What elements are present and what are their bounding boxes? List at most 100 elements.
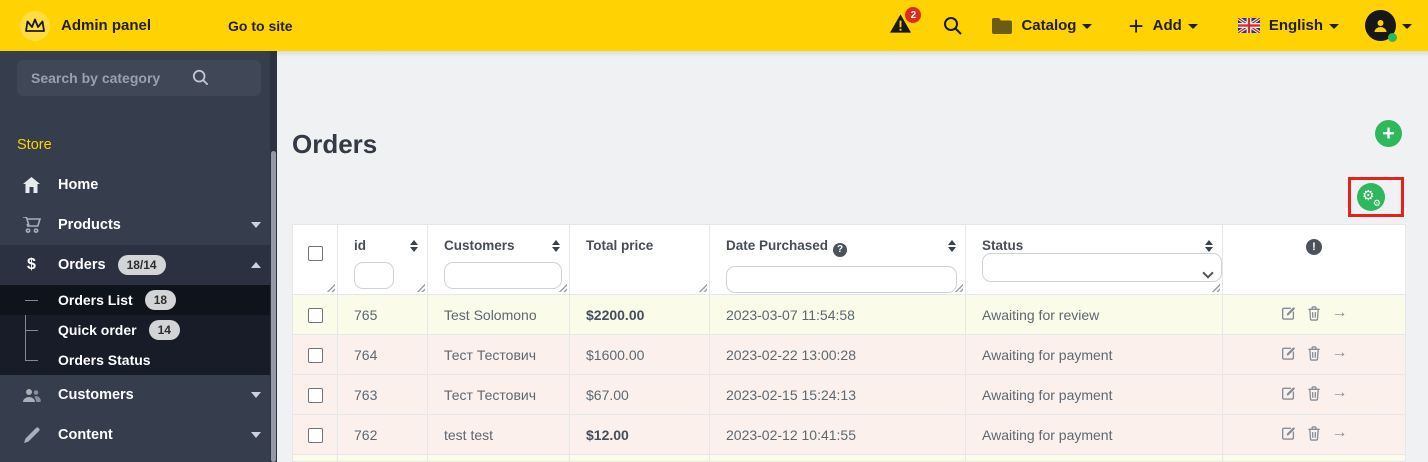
sidebar-item-products[interactable]: Products	[0, 205, 277, 245]
help-icon[interactable]: ?	[833, 242, 848, 257]
sidebar-item-customers[interactable]: Customers	[0, 375, 277, 415]
column-label: Customers	[444, 238, 515, 253]
cell-date: 2023-02-15 15:24:13	[709, 374, 966, 415]
delete-order-icon[interactable]	[1307, 426, 1321, 441]
cell-id: 764	[337, 334, 428, 375]
caret-down-icon	[1082, 24, 1093, 29]
row-checkbox[interactable]	[307, 307, 323, 323]
chevron-down-icon	[251, 432, 261, 438]
table-header-row: id Customers Total price Date Purchased …	[292, 224, 1406, 295]
date-filter-input[interactable]	[726, 265, 957, 293]
edit-order-icon[interactable]	[1281, 386, 1296, 401]
cell-id: 762	[337, 414, 428, 455]
sidebar-item-label: Orders List	[58, 292, 133, 308]
column-resize-handle[interactable]	[1210, 282, 1220, 292]
sidebar: Store Home Products $ Or	[0, 51, 288, 462]
open-order-icon[interactable]: →	[1332, 385, 1348, 401]
cell-id: 765	[337, 294, 428, 335]
cell-date: 2023-02-22 13:00:28	[709, 334, 966, 375]
column-resize-handle[interactable]	[415, 282, 425, 292]
language-menu[interactable]: English	[1237, 17, 1339, 34]
open-order-icon[interactable]: →	[1332, 345, 1348, 361]
table-settings-button[interactable]: ⚙ ⚙	[1357, 183, 1385, 211]
tree-line	[25, 330, 38, 331]
select-all-checkbox[interactable]	[307, 245, 323, 261]
sort-icon[interactable]	[948, 240, 956, 252]
sidebar-item-orders[interactable]: $ Orders 18/14	[0, 245, 277, 285]
top-bar: Admin panel Go to site 2 Catalog + Add E…	[0, 0, 1428, 51]
cell-date: 2023-03-07 11:54:58	[709, 294, 966, 335]
person-icon	[1374, 20, 1387, 32]
caret-down-icon	[1187, 24, 1198, 29]
page-title: Orders	[292, 129, 378, 159]
users-icon	[21, 388, 42, 403]
column-label: Date Purchased	[726, 238, 829, 253]
caret-down-icon	[1402, 24, 1412, 29]
header-status: Status	[965, 224, 1223, 295]
quick-order-count-badge: 14	[148, 320, 180, 340]
category-search-input[interactable]	[17, 60, 261, 96]
info-icon[interactable]: !	[1306, 239, 1322, 255]
sidebar-scrollbar-thumb[interactable]	[271, 151, 276, 462]
cell-total: $1600.00	[569, 334, 710, 375]
sidebar-item-orders-status[interactable]: Orders Status	[0, 345, 277, 375]
crown-logo-icon[interactable]	[20, 10, 50, 41]
header-id: id	[337, 224, 428, 295]
edit-order-icon[interactable]	[1281, 426, 1296, 441]
catalog-menu[interactable]: Catalog	[992, 17, 1093, 34]
sidebar-item-label: Content	[58, 427, 113, 443]
user-menu[interactable]	[1365, 10, 1412, 42]
avatar	[1365, 10, 1397, 42]
cell-customer: test test	[427, 414, 570, 455]
edit-order-icon[interactable]	[1281, 306, 1296, 321]
cell-status: Awaiting for payment	[965, 374, 1223, 415]
sidebar-scrollbar	[270, 51, 277, 462]
row-checkbox[interactable]	[307, 427, 323, 443]
column-label: id	[354, 238, 366, 253]
sidebar-nav: Home Products $ Orders 18/14 Orders List…	[0, 165, 277, 455]
table-row: 764 Тест Тестович $1600.00 2023-02-22 13…	[292, 334, 1406, 375]
go-to-site-link[interactable]: Go to site	[228, 18, 293, 34]
id-filter-input[interactable]	[354, 262, 394, 289]
orders-submenu: Orders List 18 Quick order 14 Orders Sta…	[0, 285, 277, 375]
alerts-button[interactable]: 2	[890, 7, 922, 37]
header-date-purchased: Date Purchased?	[709, 224, 966, 295]
cell-status: Awaiting for payment	[965, 334, 1223, 375]
admin-panel-page: Admin panel Go to site 2 Catalog + Add E…	[0, 0, 1428, 462]
delete-order-icon[interactable]	[1307, 306, 1321, 321]
delete-order-icon[interactable]	[1307, 346, 1321, 361]
edit-order-icon[interactable]	[1281, 346, 1296, 361]
open-order-icon[interactable]: →	[1332, 305, 1348, 321]
header-total-price: Total price	[569, 224, 710, 295]
customers-filter-input[interactable]	[444, 262, 562, 289]
add-order-button[interactable]: +	[1375, 120, 1402, 147]
open-order-icon[interactable]: →	[1332, 425, 1348, 441]
sidebar-item-quick-order[interactable]: Quick order 14	[0, 315, 277, 345]
row-checkbox[interactable]	[307, 387, 323, 403]
sidebar-item-label: Quick order	[58, 322, 137, 338]
column-resize-handle[interactable]	[697, 282, 707, 292]
sort-icon[interactable]	[1205, 240, 1213, 252]
dollar-icon: $	[27, 256, 36, 273]
cell-customer: Test Solomono	[427, 294, 570, 335]
sidebar-item-label: Products	[58, 217, 121, 233]
row-checkbox[interactable]	[307, 347, 323, 363]
delete-order-icon[interactable]	[1307, 386, 1321, 401]
brand-title[interactable]: Admin panel	[61, 17, 151, 34]
cell-total: $12.00	[569, 414, 710, 455]
uk-flag-icon	[1237, 18, 1260, 33]
table-row: 765 Test Solomono $2200.00 2023-03-07 11…	[292, 294, 1406, 335]
cell-customer: Тест Тестович	[427, 334, 570, 375]
alerts-count-badge: 2	[905, 7, 922, 23]
sort-icon[interactable]	[552, 240, 560, 252]
add-menu[interactable]: + Add	[1128, 13, 1198, 39]
sidebar-item-home[interactable]: Home	[0, 165, 277, 205]
online-status-dot	[1388, 33, 1397, 42]
status-filter-select[interactable]	[982, 253, 1222, 282]
sidebar-item-orders-list[interactable]: Orders List 18	[0, 285, 277, 315]
sidebar-item-content[interactable]: Content	[0, 415, 277, 455]
column-resize-handle[interactable]	[325, 282, 335, 292]
sort-icon[interactable]	[410, 240, 418, 252]
add-label: Add	[1152, 17, 1182, 34]
global-search-button[interactable]	[943, 16, 963, 35]
